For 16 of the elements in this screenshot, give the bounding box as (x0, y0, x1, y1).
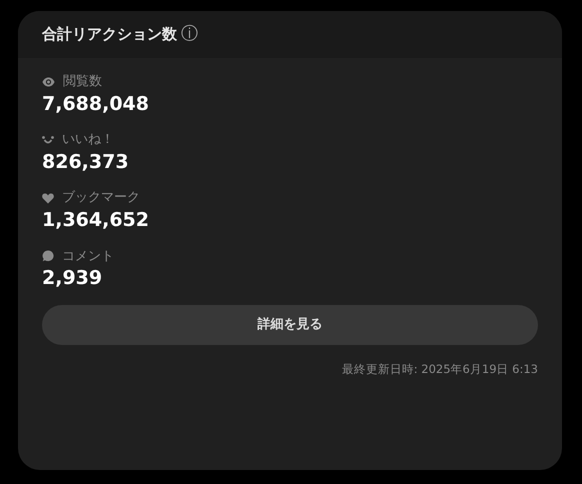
last-updated-text: 最終更新日時: 2025年6月19日 6:13 (340, 360, 538, 378)
stat-label: コメント (62, 248, 114, 266)
stat-value: 2,939 (42, 266, 104, 291)
eye-icon (42, 76, 55, 87)
info-icon[interactable]: ⓘ (181, 26, 198, 43)
stat-value: 826,373 (42, 150, 130, 174)
speech-bubble-icon (42, 250, 54, 262)
details-button[interactable]: 詳細を見る (42, 304, 538, 345)
card-title: 合計リアクション数 (42, 24, 177, 46)
stat-label: 閲覧数 (63, 73, 102, 91)
stat-value: 1,364,652 (42, 208, 150, 233)
stat-label: ブックマーク (62, 189, 140, 208)
stat-value: 7,688,048 (42, 92, 150, 116)
heart-icon (42, 192, 54, 204)
smile-icon (42, 136, 54, 144)
stat-label: いいね！ (62, 131, 114, 150)
